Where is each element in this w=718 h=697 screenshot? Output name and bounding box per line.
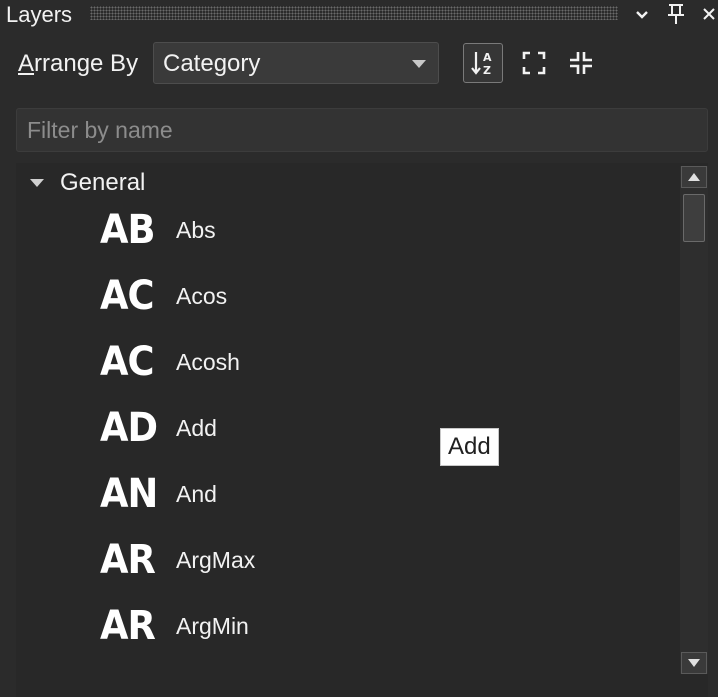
layer-abbr-icon: AN bbox=[100, 471, 158, 517]
layers-panel: Layers Arrange By Category A Z Filter by… bbox=[0, 0, 718, 697]
arrange-by-mnemonic: A bbox=[18, 50, 35, 77]
layer-item-label: ArgMin bbox=[176, 612, 249, 639]
sort-az-icon: A Z bbox=[471, 51, 492, 77]
layer-item-abs[interactable]: AB Abs bbox=[100, 200, 216, 260]
layer-item-argmin[interactable]: AR ArgMin bbox=[100, 596, 249, 656]
dropdown-arrow-icon bbox=[412, 60, 426, 68]
scroll-up-button[interactable] bbox=[681, 166, 707, 188]
collapse-all-icon bbox=[570, 52, 592, 74]
collapse-all-button[interactable] bbox=[561, 43, 601, 83]
arrange-by-select[interactable]: Category bbox=[153, 42, 439, 84]
svg-text:Z: Z bbox=[483, 64, 491, 77]
layer-abbr-icon: AR bbox=[100, 603, 156, 649]
layer-abbr-icon: AD bbox=[100, 405, 158, 451]
layer-item-label: And bbox=[176, 480, 217, 507]
filter-input[interactable] bbox=[17, 109, 707, 151]
close-button[interactable] bbox=[700, 0, 718, 28]
expand-all-icon bbox=[522, 51, 546, 75]
close-icon bbox=[703, 8, 715, 20]
layer-item-label: Acos bbox=[176, 282, 228, 309]
chevron-down-icon bbox=[636, 11, 648, 19]
panel-menu-button[interactable] bbox=[632, 0, 652, 28]
tree-group-label: General bbox=[60, 169, 146, 196]
panel-titlebar: Layers bbox=[0, 0, 718, 30]
svg-text:A: A bbox=[483, 51, 492, 64]
caret-down-icon bbox=[30, 178, 44, 187]
titlebar-drag-grip[interactable] bbox=[90, 6, 618, 20]
scroll-thumb[interactable] bbox=[683, 194, 705, 242]
layer-abbr-icon: AB bbox=[100, 207, 156, 253]
scroll-down-button[interactable] bbox=[681, 652, 707, 674]
hover-tooltip: Add bbox=[440, 428, 499, 466]
layer-item-label: Add bbox=[176, 414, 217, 441]
layer-abbr-icon: AR bbox=[100, 537, 156, 583]
layer-item-label: Acosh bbox=[176, 348, 240, 375]
filter-box bbox=[16, 108, 708, 152]
layer-item-acos[interactable]: AC Acos bbox=[100, 266, 227, 326]
panel-title: Layers bbox=[6, 2, 73, 27]
layers-tree: General AB Abs AC Acos AC Acosh AD Add A… bbox=[16, 163, 708, 697]
arrow-down-icon bbox=[688, 659, 700, 667]
arrange-by-label: Arrange By bbox=[18, 48, 138, 80]
layer-item-add[interactable]: AD Add bbox=[100, 398, 217, 458]
arrange-by-text: rrange By bbox=[34, 50, 139, 77]
pin-button[interactable] bbox=[664, 0, 688, 28]
layer-item-and[interactable]: AN And bbox=[100, 464, 217, 524]
layer-abbr-icon: AC bbox=[100, 339, 155, 385]
tree-group-general[interactable]: General bbox=[16, 167, 145, 199]
pin-icon bbox=[668, 4, 684, 24]
layer-item-label: ArgMax bbox=[176, 546, 256, 573]
layer-item-label: Abs bbox=[176, 216, 216, 243]
layer-item-argmax[interactable]: AR ArgMax bbox=[100, 530, 255, 590]
arrange-by-value: Category bbox=[163, 50, 261, 77]
layer-item-acosh[interactable]: AC Acosh bbox=[100, 332, 240, 392]
tree-scrollbar[interactable] bbox=[680, 166, 708, 674]
arrow-up-icon bbox=[688, 173, 700, 181]
layer-abbr-icon: AC bbox=[100, 273, 155, 319]
sort-button[interactable]: A Z bbox=[463, 43, 503, 83]
expand-all-button[interactable] bbox=[514, 43, 554, 83]
